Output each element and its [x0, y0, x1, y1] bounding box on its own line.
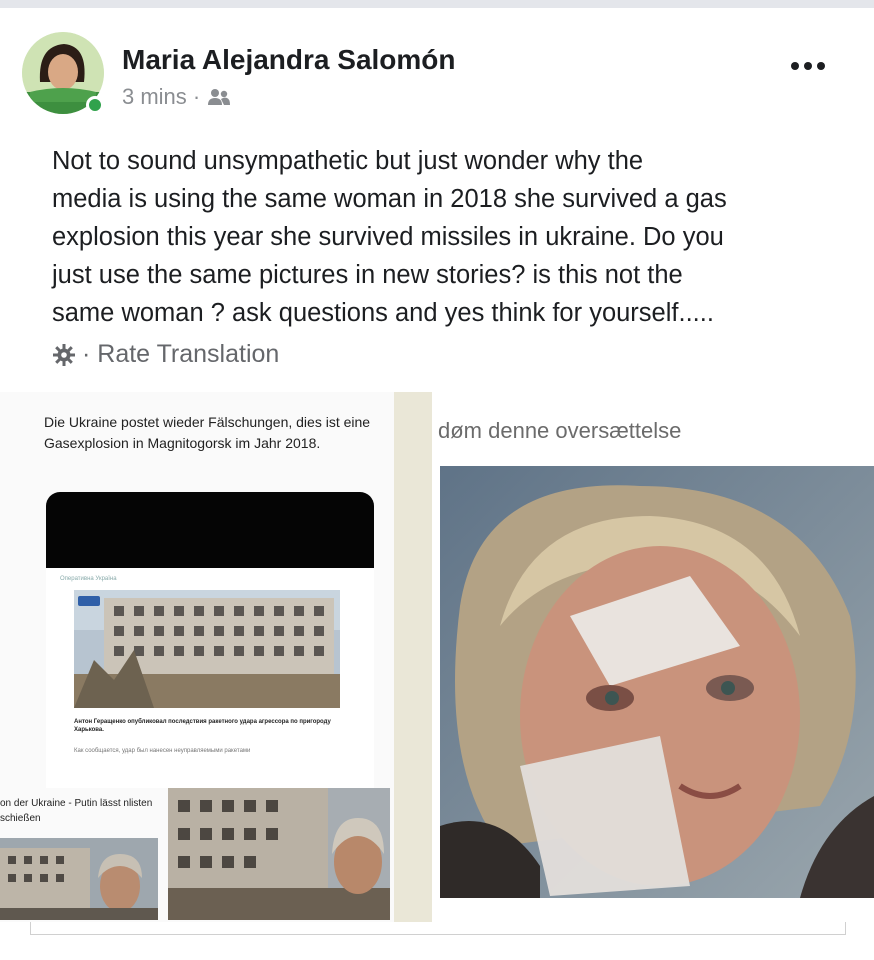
gear-icon — [52, 343, 76, 367]
rate-translation-label: · Rate Translation — [82, 340, 280, 368]
more-options-icon[interactable] — [788, 54, 828, 78]
post-text-line: explosion this year she survived missile… — [52, 223, 724, 251]
post-text-line: just use the same pictures in new storie… — [52, 261, 683, 289]
translation-prompt: døm denne oversættelse — [438, 418, 682, 443]
post-time[interactable]: 3 mins · — [122, 84, 200, 110]
image-divider — [394, 392, 432, 922]
german-caption: Die Ukraine postet wieder Fälschungen, d… — [44, 414, 371, 451]
post-text: Not to sound unsympathetic but just wond… — [52, 142, 862, 332]
dot — [791, 62, 799, 70]
news-thumbnail-large — [168, 788, 390, 920]
image-frame — [30, 922, 846, 935]
post-meta: 3 mins · — [122, 84, 232, 110]
screenshot-left-panel: Die Ukraine postet wieder Fälschungen, d… — [0, 392, 394, 922]
friends-icon — [206, 87, 232, 107]
rate-translation-link[interactable]: · Rate Translation — [52, 340, 279, 369]
top-divider — [0, 0, 874, 8]
online-status-dot — [86, 96, 104, 114]
post-text-line: media is using the same woman in 2018 sh… — [52, 185, 727, 213]
dot — [817, 62, 825, 70]
card-subcaption: Как сообщается, удар был нанесен неуправ… — [74, 748, 251, 754]
post-text-line: same woman ? ask questions and yes think… — [52, 299, 714, 327]
news-caption: on der Ukraine - Putin lässt nlisten sch… — [0, 798, 153, 824]
injured-woman-photo — [440, 466, 874, 898]
channel-name: Оперативна Україна — [60, 576, 117, 582]
post-text-line: Not to sound unsympathetic but just wond… — [52, 147, 644, 175]
redacted-bar — [46, 492, 374, 568]
dot — [804, 62, 812, 70]
screenshot-right-panel: døm denne oversættelse — [432, 392, 874, 922]
news-thumbnail — [0, 838, 158, 920]
post-image[interactable]: Die Ukraine postet wieder Fälschungen, d… — [0, 392, 874, 940]
card-caption: Антон Геращенко опубликовал последствия … — [74, 719, 331, 733]
author-name[interactable]: Maria Alejandra Salomón — [122, 44, 456, 76]
telegram-card: Оперативна Україна Антон Геращенко опубл… — [46, 568, 374, 788]
building-photo — [74, 590, 340, 708]
